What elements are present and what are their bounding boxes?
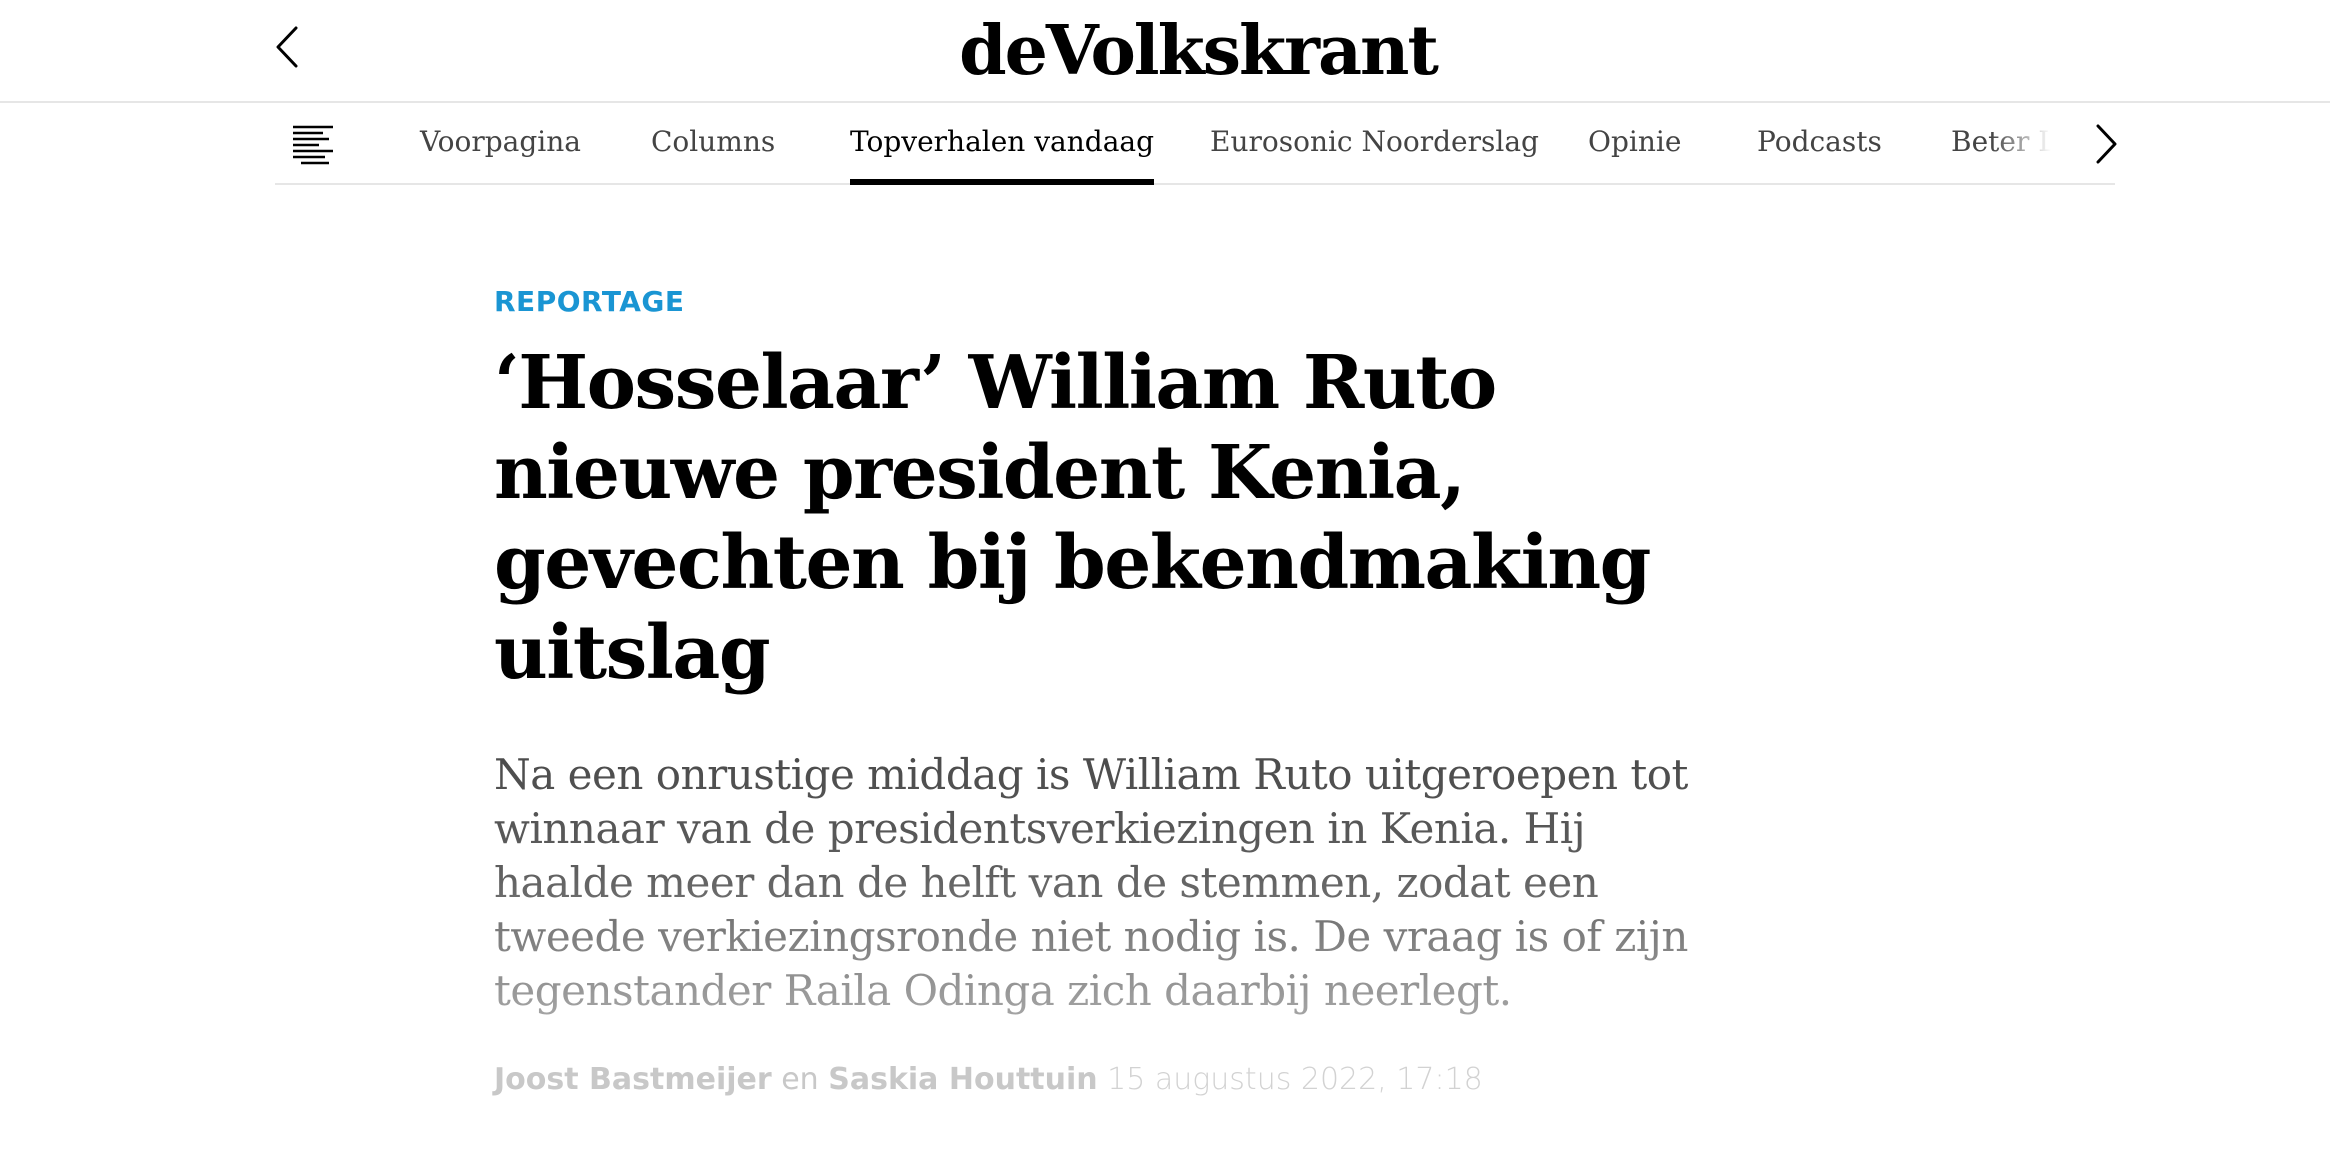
back-button[interactable] [268, 22, 308, 72]
nav-item-eurosonic-noorderslag[interactable]: Eurosonic Noorderslag [1210, 103, 1539, 185]
nav-item-podcasts[interactable]: Podcasts [1757, 103, 1882, 185]
author-link[interactable]: Joost Bastmeijer [494, 1062, 772, 1097]
publish-date: 15 augustus 2022, 17:18 [1107, 1062, 1483, 1097]
nav-item-opinie[interactable]: Opinie [1588, 103, 1681, 185]
nav-item-beter-leven[interactable]: Beter Le [1951, 103, 2051, 185]
nav-scroll-right-button[interactable] [2090, 121, 2122, 167]
top-header: deVolkskrant [0, 0, 2330, 103]
chevron-right-icon [2096, 124, 2117, 164]
article-kicker: REPORTAGE [494, 285, 685, 318]
article-headline: ‘Hosselaar’ William Ruto nieuwe presiden… [494, 340, 1651, 696]
section-nav: Voorpagina Columns Topverhalen vandaag E… [275, 103, 2117, 185]
author-link[interactable]: Saskia Houttuin [828, 1062, 1097, 1097]
nav-item-voorpagina[interactable]: Voorpagina [420, 103, 581, 185]
menu-button[interactable] [289, 123, 339, 165]
nav-item-topverhalen-vandaag[interactable]: Topverhalen vandaag [850, 103, 1155, 185]
site-logo[interactable]: deVolkskrant [948, 6, 1448, 96]
chevron-left-icon [276, 26, 298, 68]
menu-list-icon [293, 125, 333, 165]
article-lead: Na een onrustige middag is William Ruto … [494, 748, 1714, 1018]
article-byline: Joost Bastmeijer en Saskia Houttuin 15 a… [494, 1062, 1483, 1097]
nav-item-columns[interactable]: Columns [651, 103, 775, 185]
byline-conjunction: en [781, 1062, 819, 1097]
